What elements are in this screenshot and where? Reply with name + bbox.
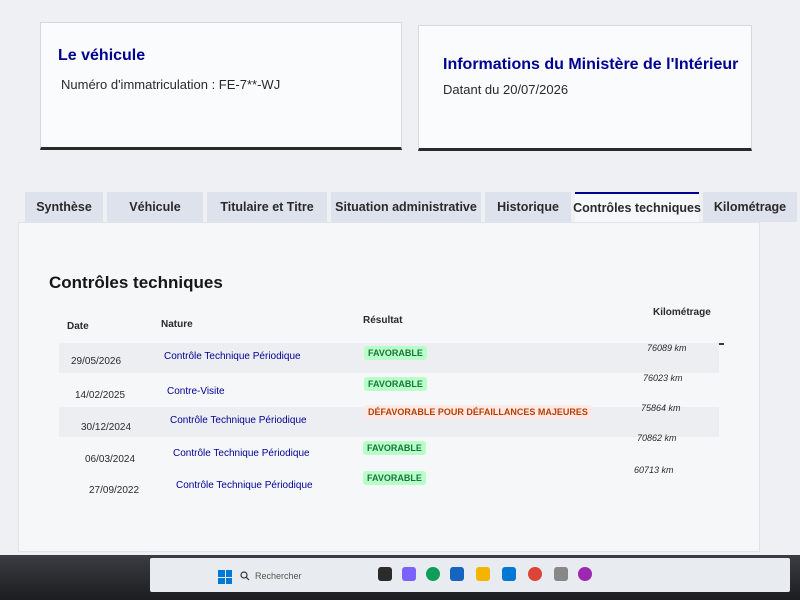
taskbar-search[interactable]: Rechercher [240, 566, 370, 586]
ministry-card: Informations du Ministère de l'Intérieur… [418, 25, 752, 151]
header-result: Résultat [363, 315, 403, 326]
status-badge: DÉFAVORABLE POUR DÉFAILLANCES MAJEURES [364, 405, 592, 419]
row-nature: Contrôle Technique Périodique [170, 415, 307, 426]
tab-kilometrage[interactable]: Kilométrage [703, 192, 797, 222]
row-date: 14/02/2025 [75, 390, 126, 401]
row-km: 60713 km [634, 465, 674, 475]
tab-label: Historique [497, 200, 559, 214]
tab-vehicule[interactable]: Véhicule [107, 192, 203, 222]
header-nature: Nature [161, 319, 193, 330]
search-icon [240, 571, 250, 581]
table-header: Date Nature Résultat Kilométrage [59, 307, 724, 345]
tab-label: Situation administrative [335, 200, 477, 214]
panel-title: Contrôles techniques [49, 273, 223, 292]
plate-number-text: Numéro d'immatriculation : FE-7**-WJ [61, 77, 281, 92]
tab-label: Titulaire et Titre [220, 200, 314, 214]
table-row: 29/05/2026 Contrôle Technique Périodique… [59, 343, 719, 373]
row-km: 70862 km [637, 433, 677, 443]
ministry-card-title: Informations du Ministère de l'Intérieur [443, 56, 739, 73]
status-badge: FAVORABLE [363, 471, 426, 485]
tab-titulaire-et-titre[interactable]: Titulaire et Titre [207, 192, 327, 222]
status-badge: FAVORABLE [363, 441, 426, 455]
table-row: 27/09/2022 Contrôle Technique Périodique… [59, 465, 719, 501]
row-date: 27/09/2022 [89, 485, 140, 496]
status-badge: FAVORABLE [364, 346, 427, 360]
tab-controles-techniques[interactable]: Contrôles techniques [573, 192, 701, 222]
vehicle-card: Le véhicule Numéro d'immatriculation : F… [40, 22, 402, 150]
tab-synthese[interactable]: Synthèse [25, 192, 103, 222]
taskbar: Rechercher [150, 558, 790, 592]
controles-panel: Contrôles techniques Date Nature Résulta… [18, 222, 760, 552]
tab-historique[interactable]: Historique [485, 192, 571, 222]
row-nature: Contrôle Technique Périodique [176, 480, 313, 491]
chrome-icon[interactable] [528, 567, 542, 581]
row-nature: Contrôle Technique Périodique [164, 351, 301, 362]
tab-label: Contrôles techniques [573, 201, 701, 215]
header-date: Date [67, 321, 89, 332]
row-date: 06/03/2024 [85, 454, 136, 465]
task-view-icon[interactable] [378, 567, 392, 581]
mail-icon[interactable] [502, 567, 516, 581]
edge-icon[interactable] [426, 567, 440, 581]
header-mileage: Kilométrage [653, 307, 711, 318]
row-nature: Contre-Visite [167, 386, 225, 397]
row-km: 76089 km [647, 343, 687, 353]
tab-label: Véhicule [129, 200, 181, 214]
row-date: 30/12/2024 [81, 422, 132, 433]
table-row: 14/02/2025 Contre-Visite FAVORABLE 76023… [59, 373, 719, 405]
search-placeholder: Rechercher [255, 571, 302, 581]
status-badge: FAVORABLE [364, 377, 427, 391]
ministry-date-text: Datant du 20/07/2026 [443, 82, 569, 97]
row-km: 75864 km [641, 403, 681, 413]
row-nature: Contrôle Technique Périodique [173, 448, 310, 459]
store-icon[interactable] [450, 567, 464, 581]
teams-icon[interactable] [402, 567, 416, 581]
table-row: 30/12/2024 Contrôle Technique Périodique… [59, 403, 719, 437]
table-row: 06/03/2024 Contrôle Technique Périodique… [59, 433, 719, 469]
app-icon[interactable] [578, 567, 592, 581]
folder-icon[interactable] [476, 567, 490, 581]
tab-label: Synthèse [36, 200, 92, 214]
tab-label: Kilométrage [713, 200, 787, 214]
tab-situation-administrative[interactable]: Situation administrative [331, 192, 481, 222]
page: Le véhicule Numéro d'immatriculation : F… [0, 0, 800, 600]
row-km: 76023 km [643, 373, 683, 383]
tools-icon[interactable] [554, 567, 568, 581]
windows-start-icon[interactable] [218, 570, 232, 584]
vehicle-card-title: Le véhicule [58, 47, 146, 64]
row-date: 29/05/2026 [71, 356, 122, 367]
